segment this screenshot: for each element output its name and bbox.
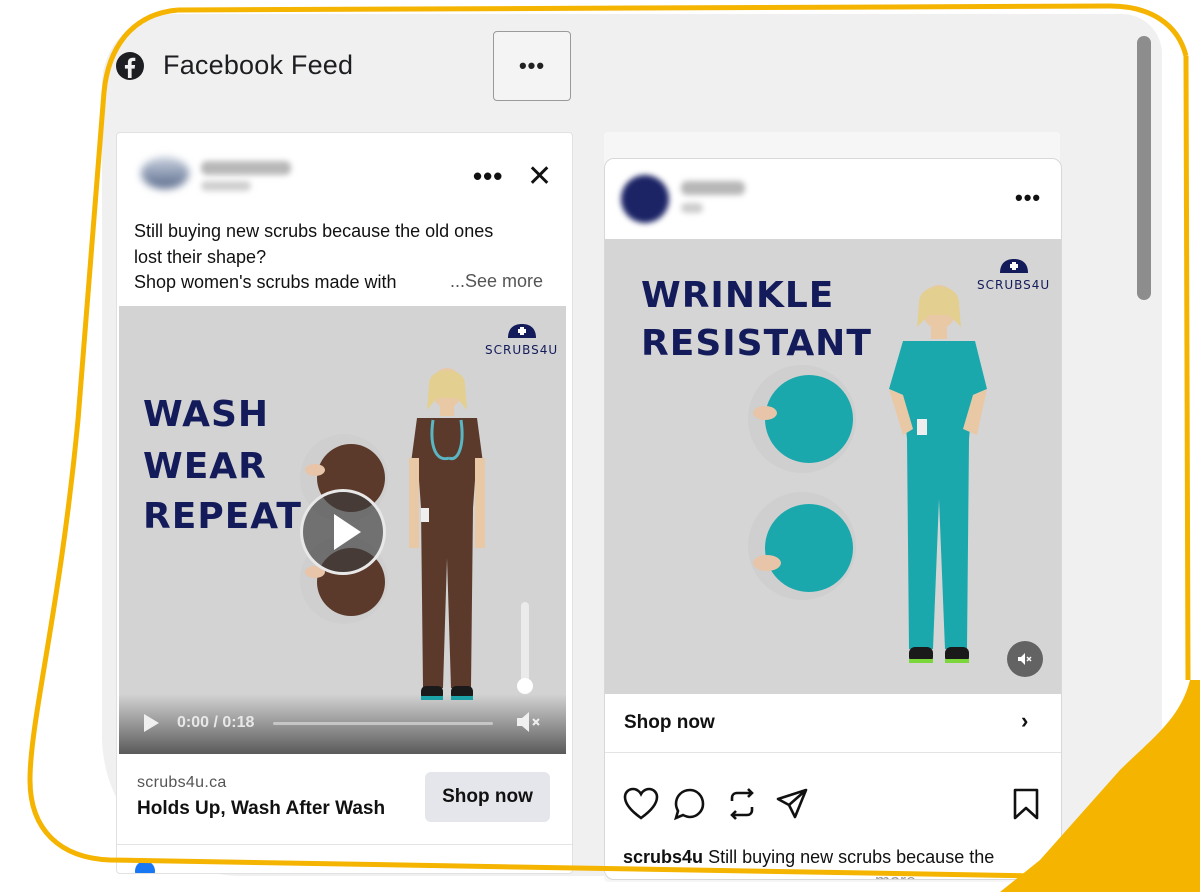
model-figure-teal-scrubs: [889, 285, 987, 663]
chevron-right-icon: ›: [1021, 708, 1029, 733]
volume-slider[interactable]: [521, 602, 529, 688]
instagram-ad-card: ••• WRINKLE RESISTANT SCRUBS4U Shop now …: [604, 158, 1062, 880]
advertiser-name-blurred[interactable]: [681, 181, 745, 195]
play-icon: [334, 514, 361, 550]
image-headline-line: WRINKLE: [641, 275, 835, 316]
heart-icon[interactable]: [623, 787, 659, 821]
video-headline-line: REPEAT: [143, 496, 302, 537]
shop-now-label: Shop now: [624, 712, 715, 733]
panel-title: Facebook Feed: [163, 50, 354, 80]
post-caption: scrubs4u Still buying new scrubs because…: [623, 847, 994, 868]
shop-now-button[interactable]: Shop now: [425, 772, 550, 822]
bookmark-icon[interactable]: [1011, 787, 1041, 821]
panel-more-button[interactable]: •••: [493, 31, 571, 101]
advertiser-avatar[interactable]: [621, 175, 669, 223]
ad-image[interactable]: WRINKLE RESISTANT SCRUBS4U: [605, 239, 1061, 694]
see-more-link[interactable]: ...See more: [450, 271, 543, 292]
video-headline-line: WASH: [143, 394, 270, 435]
play-video-button[interactable]: [300, 489, 386, 575]
sponsored-label-blurred: [681, 203, 703, 213]
card-divider: [117, 844, 572, 845]
caption-username[interactable]: scrubs4u: [623, 847, 703, 867]
fabric-detail-images: [748, 365, 856, 600]
volume-slider-handle[interactable]: [517, 678, 533, 694]
repost-icon[interactable]: [725, 787, 759, 821]
muted-volume-icon[interactable]: [515, 710, 543, 734]
nurse-cap-icon: [507, 324, 536, 338]
ad-video[interactable]: SCRUBS4U WASH WEAR REPEAT 0:00 / 0:18: [119, 306, 566, 754]
shop-now-row[interactable]: Shop now ›: [605, 694, 1061, 753]
ad-link-footer[interactable]: scrubs4u.ca Holds Up, Wash After Wash Sh…: [117, 754, 572, 844]
advertiser-avatar[interactable]: [141, 157, 189, 189]
reaction-icon: [135, 861, 155, 873]
hide-ad-close-button[interactable]: ✕: [527, 159, 552, 194]
ad-text-line: lost their shape?: [134, 246, 267, 267]
video-headline-line: WEAR: [143, 446, 267, 487]
advertiser-name-blurred[interactable]: [201, 161, 291, 175]
caption-more-link[interactable]: ... more: [855, 871, 916, 879]
facebook-ad-card: ••• ✕ Still buying new scrubs because th…: [116, 132, 573, 874]
post-options-button[interactable]: •••: [473, 161, 503, 192]
mute-toggle-button[interactable]: [1007, 641, 1043, 677]
post-options-button[interactable]: •••: [1015, 185, 1041, 211]
ad-text-line: Still buying new scrubs because the old …: [134, 221, 494, 241]
facebook-logo-icon: [116, 51, 144, 80]
model-figure-brown-scrubs: [409, 368, 485, 700]
feed-header: Facebook Feed: [115, 50, 353, 81]
video-timestamp: 0:00 / 0:18: [177, 714, 255, 731]
brand-logo: SCRUBS4U: [485, 322, 558, 357]
brand-logo-text: SCRUBS4U: [485, 343, 559, 357]
sponsored-label-blurred: [201, 181, 251, 191]
image-headline-line: RESISTANT: [641, 323, 872, 364]
caption-text: Still buying new scrubs because the: [708, 847, 995, 867]
video-play-icon[interactable]: [141, 712, 161, 734]
muted-speaker-icon: [1018, 653, 1032, 665]
link-headline: Holds Up, Wash After Wash: [137, 798, 386, 819]
link-domain: scrubs4u.ca: [137, 774, 227, 791]
comment-icon[interactable]: [673, 787, 707, 821]
feed-preview-frame: Facebook Feed ••• ••• ✕ Still buying new…: [0, 0, 1200, 892]
share-icon[interactable]: [775, 787, 809, 821]
video-progress-bar[interactable]: [273, 722, 493, 725]
post-actions: [605, 787, 1061, 827]
scrollbar-thumb[interactable]: [1137, 36, 1151, 300]
